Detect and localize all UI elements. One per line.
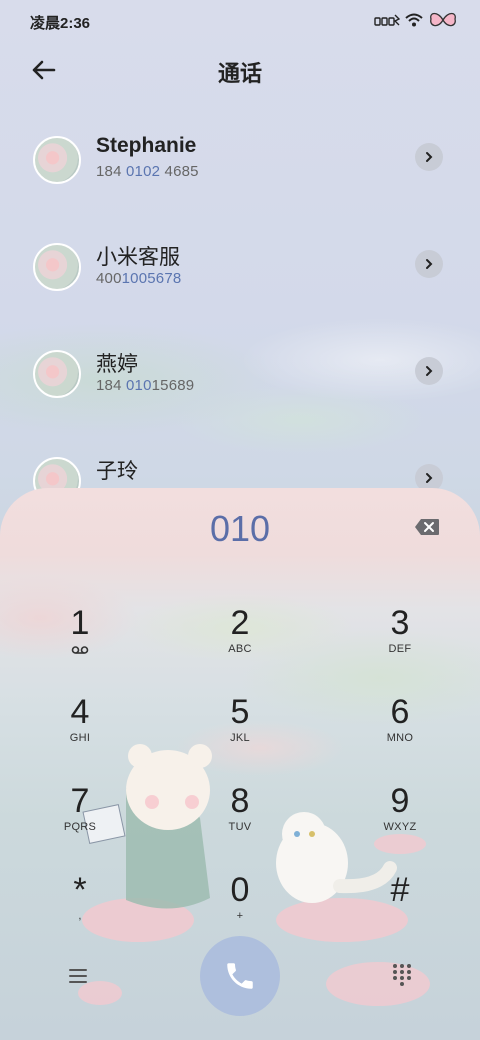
dialpad-key-2[interactable]: 2 ABC <box>180 598 300 678</box>
dialpad-key-9[interactable]: 9 WXYZ <box>340 776 460 856</box>
contact-number: 4001005678 <box>96 270 182 287</box>
app-header: 通话 <box>0 48 480 92</box>
dialpad-key-5[interactable]: 5 JKL <box>180 687 300 767</box>
dialpad-key-0[interactable]: 0 + <box>180 865 300 945</box>
dialpad-key-star[interactable]: * , <box>20 865 140 945</box>
chevron-right-icon <box>426 152 433 162</box>
dialpad-key-3[interactable]: 3 DEF <box>340 598 460 678</box>
chevron-right-icon <box>426 366 433 376</box>
contact-name: 子玲 <box>96 460 138 483</box>
dial-input-display[interactable]: 010 <box>0 508 480 550</box>
wifi-icon <box>405 13 423 27</box>
contact-name: 小米客服 <box>96 246 180 269</box>
phone-icon <box>227 963 253 989</box>
contact-detail-button[interactable] <box>415 250 443 278</box>
page-title: 通话 <box>217 61 262 86</box>
dialpad-key-1[interactable]: 1 <box>20 598 140 678</box>
contact-name: Stephanie <box>96 134 197 157</box>
dialpad-key-6[interactable]: 6 MNO <box>340 687 460 767</box>
contact-row[interactable]: 小米客服 4001005678 <box>0 243 480 343</box>
status-bar: 凌晨2:36 <box>0 0 480 42</box>
contact-row[interactable]: 燕婷 184 01015689 <box>0 350 480 450</box>
menu-icon[interactable] <box>68 966 88 986</box>
contact-row[interactable]: Stephanie 184 0102 4685 <box>0 134 480 236</box>
contact-name: 燕婷 <box>96 353 138 376</box>
dialpad-key-hash[interactable]: # <box>340 865 460 945</box>
contact-number: 184 0102 4685 <box>96 163 199 180</box>
contact-detail-button[interactable] <box>415 357 443 385</box>
signal-icon <box>374 14 400 26</box>
dialpad-key-4[interactable]: 4 GHI <box>20 687 140 767</box>
avatar <box>33 243 81 291</box>
status-icons <box>374 10 458 30</box>
dialpad-panel: 010 1 2 ABC 3 DEF 4 GHI 5 JKL 6 MNO 7 PQ… <box>0 488 480 1040</box>
dialpad-key-8[interactable]: 8 TUV <box>180 776 300 856</box>
contact-detail-button[interactable] <box>415 143 443 171</box>
status-time: 凌晨2:36 <box>30 15 91 32</box>
dialpad-icon[interactable] <box>392 963 412 987</box>
avatar <box>33 350 81 398</box>
battery-icon <box>430 12 456 27</box>
voicemail-icon <box>71 646 89 654</box>
avatar <box>33 136 81 184</box>
call-button[interactable] <box>200 936 280 1016</box>
dialpad-key-7[interactable]: 7 PQRS <box>20 776 140 856</box>
chevron-right-icon <box>426 259 433 269</box>
chevron-right-icon <box>426 473 433 483</box>
contact-number: 184 01015689 <box>96 377 195 394</box>
backspace-icon[interactable] <box>414 518 440 536</box>
